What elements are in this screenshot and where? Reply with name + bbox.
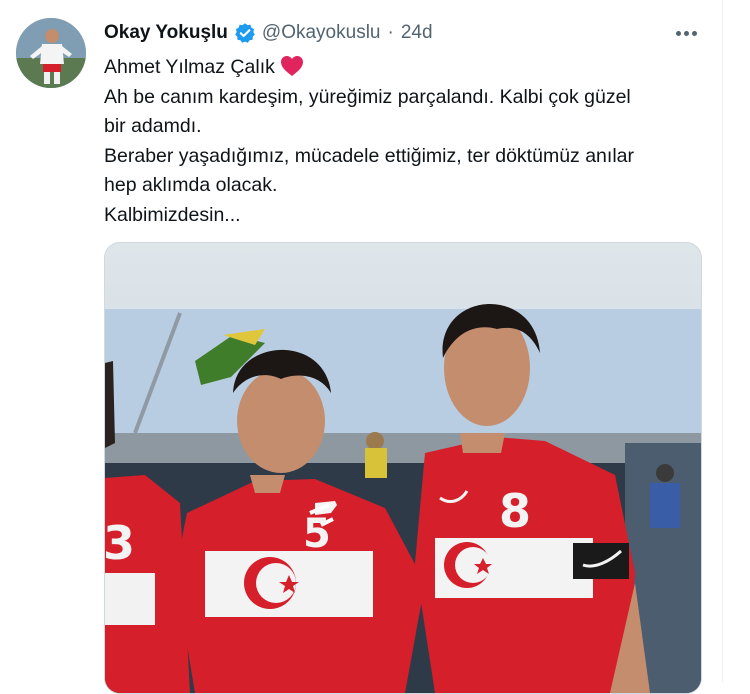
jersey-number-3: 3 [105,516,135,570]
tweet-text-line-6: Kalbimizdesin... [104,203,241,226]
author-name[interactable]: Okay Yokuşlu [104,22,228,44]
timeline-divider [722,0,723,682]
jersey-number-5: 5 [303,511,331,557]
tweet-timestamp[interactable]: 24d [401,22,433,44]
meta-separator: · [387,22,394,43]
jersey-number-8: 8 [499,484,531,538]
tweet-photo[interactable]: 3 5 8 [104,242,702,694]
avatar[interactable] [16,18,86,88]
tweet-text-line-3: bir adamdı. [104,115,202,137]
tweet-text-line: Ahmet Yılmaz Çalık [104,53,704,83]
tweet-text-line-5: hep aklımda olacak. [104,174,278,196]
avatar-image [16,18,86,88]
red-heart-icon [280,55,304,77]
author-handle[interactable]: @Okayokuslu [262,22,381,44]
photo-football-players: 3 5 8 [105,243,701,693]
verified-badge-icon [234,22,256,44]
tweet-text: Ahmet Yılmaz Çalık Ah be canım kardeşim,… [104,53,704,230]
tweet-text-line-1: Ahmet Yılmaz Çalık [104,56,275,78]
more-options-icon[interactable] [672,20,700,46]
tweet-header: Okay Yokuşlu @Okayokuslu · 24d [104,20,433,46]
tweet-text-line-4: Beraber yaşadığımız, mücadele ettiğimiz,… [104,144,634,167]
tweet-text-line-2: Ah be canım kardeşim, yüreğimiz parçalan… [104,85,631,108]
